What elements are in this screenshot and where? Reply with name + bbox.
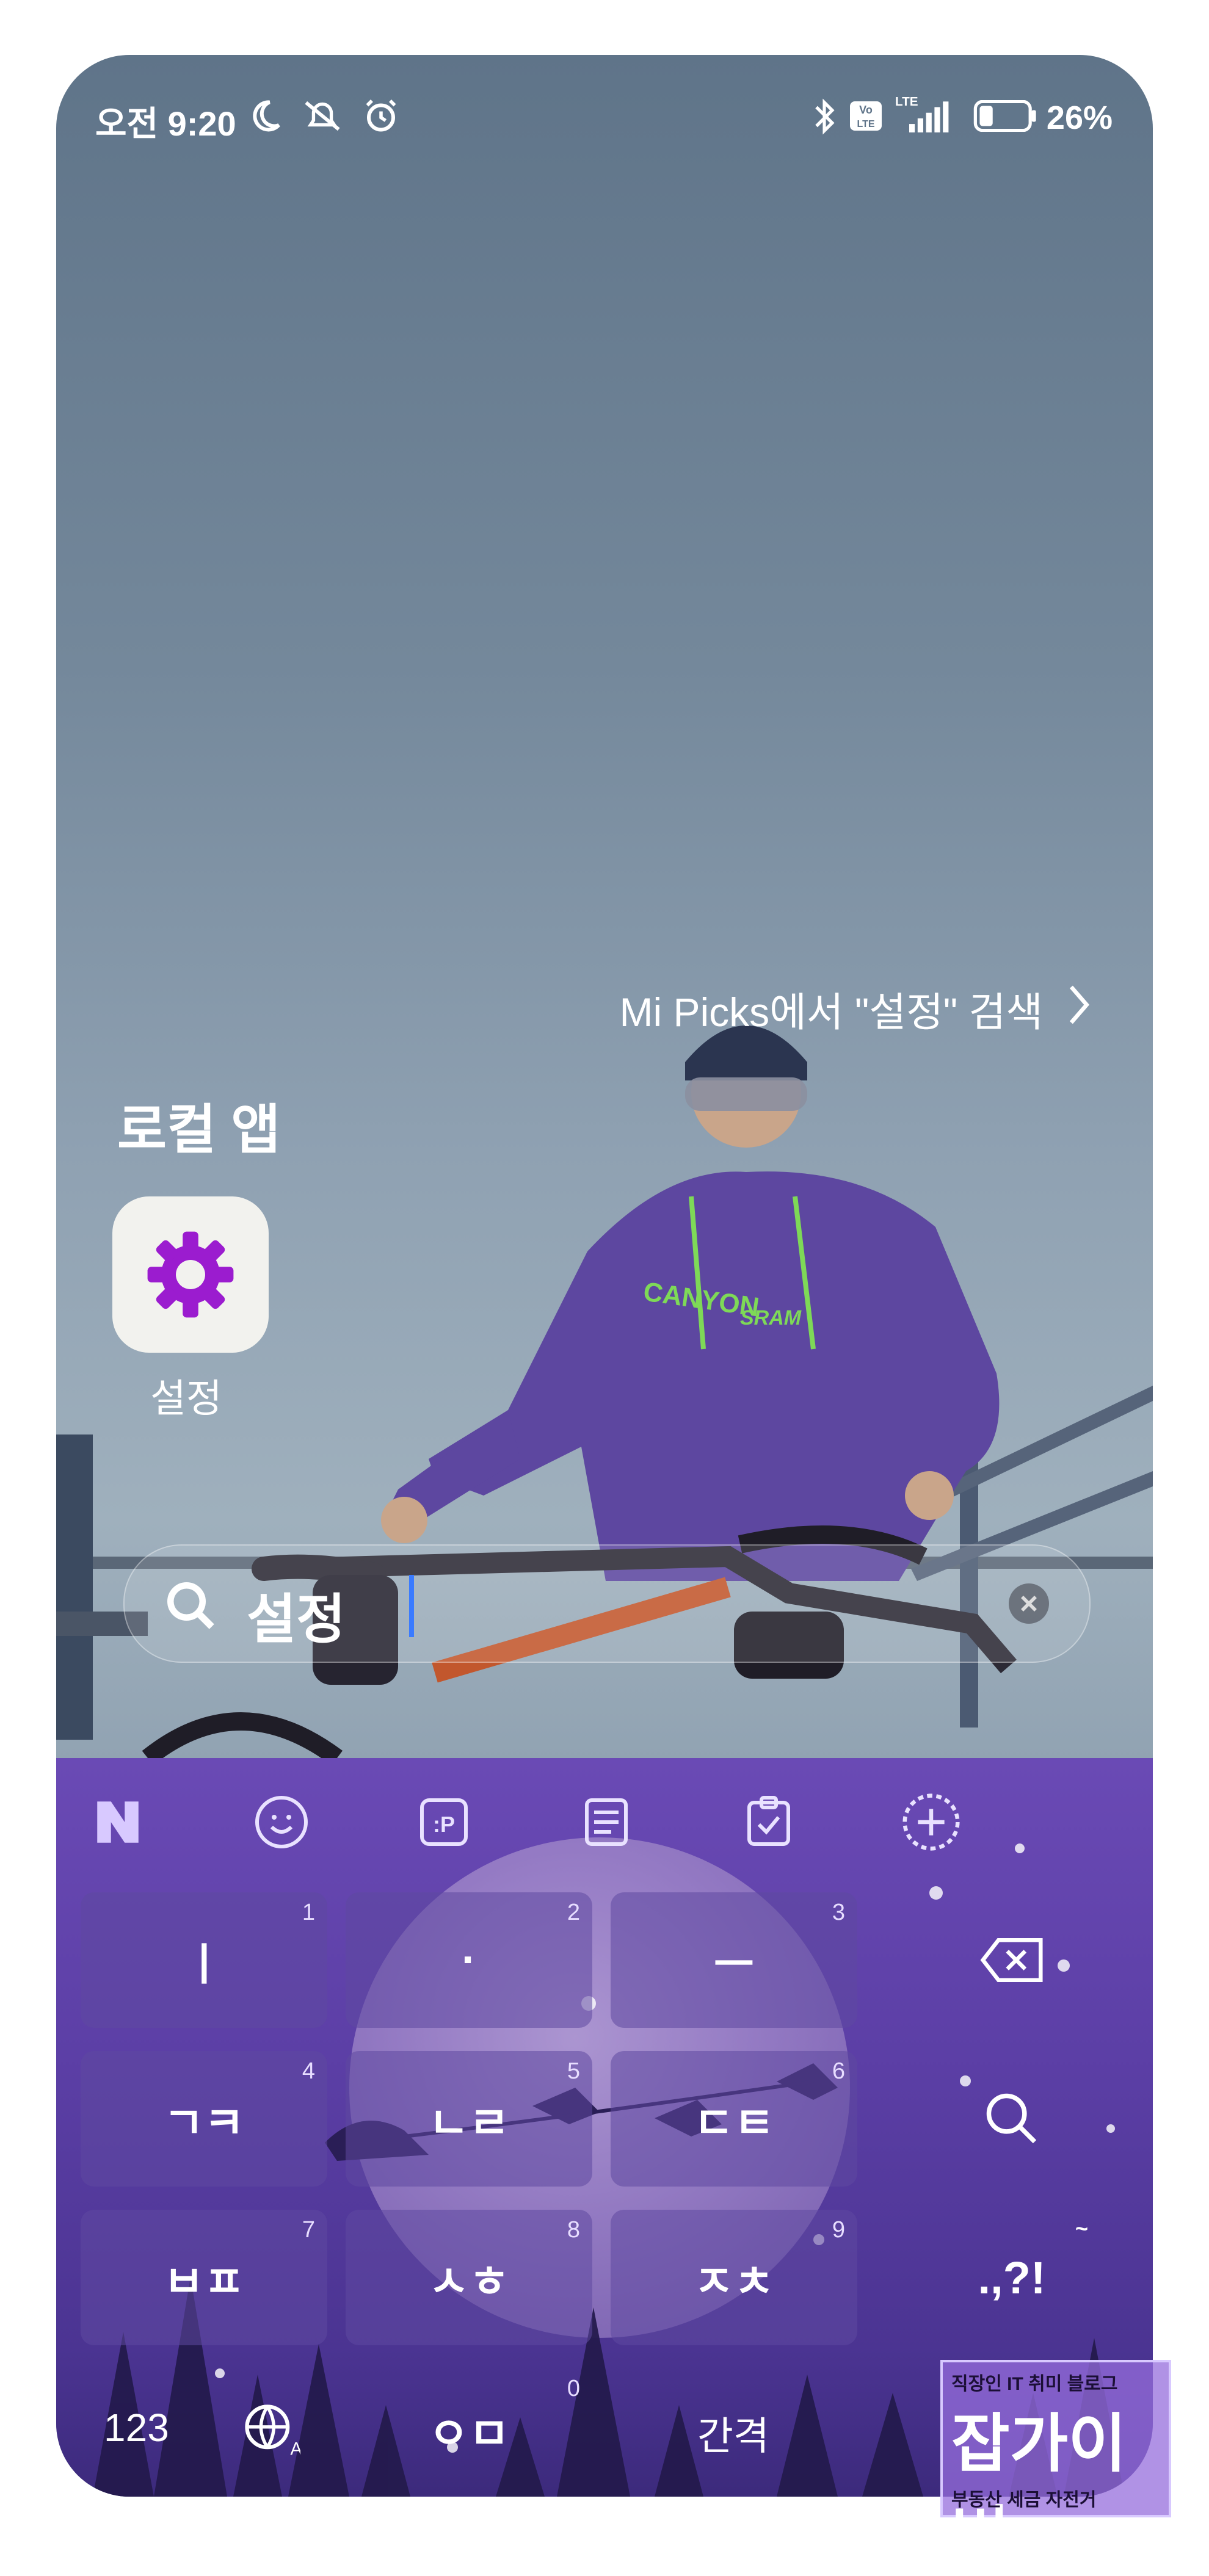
key-label: ㄷㅌ: [693, 2099, 775, 2148]
key-1[interactable]: ㅣ1: [81, 1892, 327, 2028]
text-caret: [409, 1575, 414, 1637]
key-number: 3: [832, 1900, 845, 1925]
battery-icon: [972, 99, 1039, 140]
key-6[interactable]: ㄷㅌ 6: [611, 2051, 857, 2187]
watermark-logo: 직장인 IT 취미 블로그 잡가이버 부동산 세금 자전거: [940, 2360, 1171, 2572]
svg-text:Vo: Vo: [859, 104, 873, 116]
memo-icon: [585, 1798, 628, 1846]
key-number: 7: [302, 2217, 315, 2243]
memo-button[interactable]: [573, 1789, 640, 1856]
svg-text:A: A: [290, 2440, 300, 2459]
moon-icon: [247, 98, 283, 142]
sticker-icon: :P: [420, 1798, 468, 1846]
tilde-hint: ~: [1075, 2216, 1088, 2241]
key-5[interactable]: ㄴㄹ 5: [346, 2051, 592, 2187]
backspace-icon: [980, 1938, 1043, 1982]
clipboard-button[interactable]: [735, 1789, 802, 1856]
clipboard-icon: [747, 1796, 790, 1846]
key-8[interactable]: ㅅㅎ 8: [346, 2210, 592, 2345]
bluetooth-icon: [812, 98, 837, 143]
lte-signal-icon: LTE: [895, 93, 951, 143]
punctuation-key[interactable]: .,?! ~: [911, 2210, 1113, 2345]
battery-percent: 26%: [1046, 99, 1113, 136]
key-number: 8: [567, 2217, 580, 2243]
search-key[interactable]: [911, 2051, 1113, 2187]
sticker-button[interactable]: :P: [410, 1789, 477, 1856]
key-number: 6: [832, 2058, 845, 2084]
mute-bell-icon: [302, 98, 343, 142]
mi-picks-search-link[interactable]: Mi Picks에서 "설정" 검색: [619, 980, 1092, 1038]
chevron-right-icon: [1067, 983, 1092, 1035]
alarm-icon: [361, 98, 401, 142]
snow-dot: [1015, 1843, 1025, 1853]
key-label: ㅅㅎ: [428, 2257, 510, 2307]
key-label: ㅈㅊ: [693, 2257, 775, 2307]
key-number: 1: [302, 1900, 315, 1925]
key-label: ·: [462, 1936, 476, 1984]
key-label: ㅇㅁ: [428, 2409, 510, 2459]
search-input[interactable]: 설정: [247, 1576, 346, 1654]
status-bar: 오전 9:20 Vo LTE LTE 26%: [56, 55, 1153, 183]
plus-circle-icon: [902, 1793, 960, 1851]
globe-icon: A: [245, 2404, 302, 2459]
app-settings-label: 설정: [150, 1377, 222, 1420]
key-number: 4: [302, 2058, 315, 2084]
backspace-key[interactable]: [911, 1892, 1113, 2028]
app-settings[interactable]: [112, 1196, 269, 1353]
language-key[interactable]: A: [239, 2399, 302, 2469]
svg-text:SRAM: SRAM: [740, 1306, 802, 1330]
emoji-icon: [255, 1796, 308, 1848]
close-icon: [1021, 1596, 1037, 1612]
svg-text::P: :P: [433, 1812, 455, 1837]
mode-123-key[interactable]: 123: [104, 2405, 169, 2450]
key-9[interactable]: ㅈㅊ 9: [611, 2210, 857, 2345]
svg-text:LTE: LTE: [857, 119, 874, 129]
local-apps-title: 로컬 앱: [117, 1099, 281, 1160]
lte-label: LTE: [895, 95, 918, 109]
key-number: 2: [567, 1900, 580, 1925]
key-0[interactable]: ㅇㅁ 0: [346, 2368, 592, 2491]
phone-screen: 오전 9:20 Vo LTE LTE 26% CANYON SRAM Mi Pi…: [56, 55, 1153, 2497]
watermark-line2: 잡가이버: [951, 2409, 1127, 2572]
search-icon: [986, 2093, 1037, 2144]
key-3[interactable]: ㅡ3: [611, 1892, 857, 2028]
mi-picks-label: Mi Picks에서 "설정" 검색: [619, 990, 1043, 1035]
key-label: ㅣ: [183, 1940, 225, 1989]
key-label: ㅡ: [713, 1940, 755, 1989]
key-label: ㄱㅋ: [163, 2099, 245, 2148]
watermark-line3: 부동산 세금 자전거: [951, 2490, 1097, 2510]
search-icon: [164, 1579, 219, 1637]
gear-icon: [147, 1231, 234, 1318]
space-key[interactable]: 간격: [697, 2405, 769, 2461]
clear-search-button[interactable]: [1009, 1583, 1049, 1624]
key-number: 9: [832, 2217, 845, 2243]
key-number: 0: [567, 2376, 580, 2401]
more-tools-button[interactable]: [898, 1789, 965, 1856]
search-bar[interactable]: 설정: [123, 1544, 1091, 1663]
naver-logo-button[interactable]: [84, 1789, 151, 1856]
naver-n-icon: [97, 1801, 139, 1843]
key-4[interactable]: ㄱㅋ 4: [81, 2051, 327, 2187]
emoji-button[interactable]: [248, 1789, 315, 1856]
key-2[interactable]: · 2: [346, 1892, 592, 2028]
key-number: 5: [567, 2058, 580, 2084]
key-7[interactable]: ㅂㅍ 7: [81, 2210, 327, 2345]
key-label: ㅂㅍ: [163, 2257, 245, 2307]
volte-icon: Vo LTE: [849, 100, 883, 140]
status-time: 오전 9:20: [95, 104, 236, 143]
punctuation-label: .,?!: [978, 2252, 1046, 2303]
key-label: ㄴㄹ: [428, 2099, 510, 2148]
